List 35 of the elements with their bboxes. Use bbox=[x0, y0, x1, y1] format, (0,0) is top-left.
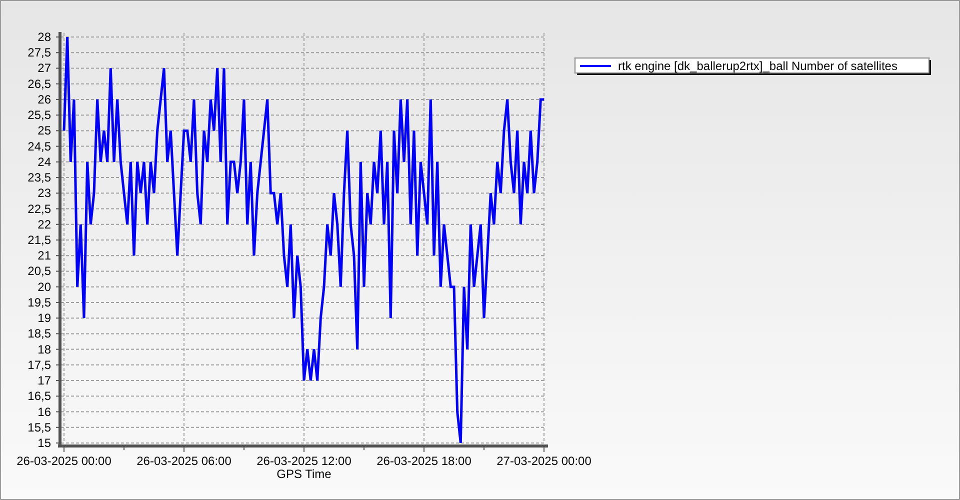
y-tick-label: 22,5 bbox=[28, 202, 51, 216]
legend: rtk engine [dk_ballerup2rtx]_ball Number of satellites bbox=[574, 58, 931, 75]
y-tick-label: 24,5 bbox=[28, 139, 51, 154]
y-tick-label: 28 bbox=[38, 30, 51, 44]
x-tick-label: 26-03-2025 06:00 bbox=[136, 454, 232, 468]
y-tick-label: 25,5 bbox=[28, 108, 51, 122]
y-tick-label: 26 bbox=[38, 92, 51, 106]
y-tick-label: 15 bbox=[38, 436, 51, 450]
y-tick-label: 27 bbox=[38, 61, 51, 76]
x-tick-label: 27-03-2025 00:00 bbox=[496, 454, 592, 468]
y-tick-label: 17,5 bbox=[28, 358, 51, 372]
y-tick-label: 24 bbox=[38, 154, 51, 169]
y-tick-label: 21 bbox=[38, 248, 51, 263]
y-tick-label: 18,5 bbox=[28, 326, 51, 341]
y-tick-label: 23 bbox=[38, 186, 51, 200]
y-tick-label: 27,5 bbox=[28, 46, 51, 60]
y-tick-label: 16 bbox=[38, 404, 51, 419]
y-tick-label: 16,5 bbox=[28, 389, 51, 404]
x-tick-label: 26-03-2025 18:00 bbox=[376, 454, 472, 468]
y-tick-label: 23,5 bbox=[28, 170, 51, 185]
y-tick-label: 25 bbox=[38, 124, 51, 138]
y-tick-label: 15,5 bbox=[28, 420, 51, 434]
y-tick-label: 17 bbox=[38, 374, 51, 388]
y-tick-label: 20 bbox=[38, 280, 51, 294]
x-tick-label: 26-03-2025 12:00 bbox=[256, 454, 352, 468]
x-tick-label: 26-03-2025 00:00 bbox=[16, 454, 112, 468]
y-tick-label: 19 bbox=[38, 311, 51, 326]
y-tick-label: 21,5 bbox=[28, 233, 51, 247]
y-tick-label: 19,5 bbox=[28, 295, 51, 310]
y-tick-label: 26,5 bbox=[28, 76, 51, 91]
y-tick-label: 20,5 bbox=[28, 264, 51, 278]
y-tick-label: 18 bbox=[38, 342, 51, 356]
legend-label: rtk engine [dk_ballerup2rtx]_ball Number of satellites bbox=[618, 59, 898, 73]
x-axis-title: GPS Time bbox=[276, 467, 332, 481]
y-tick-label: 22 bbox=[38, 217, 51, 232]
